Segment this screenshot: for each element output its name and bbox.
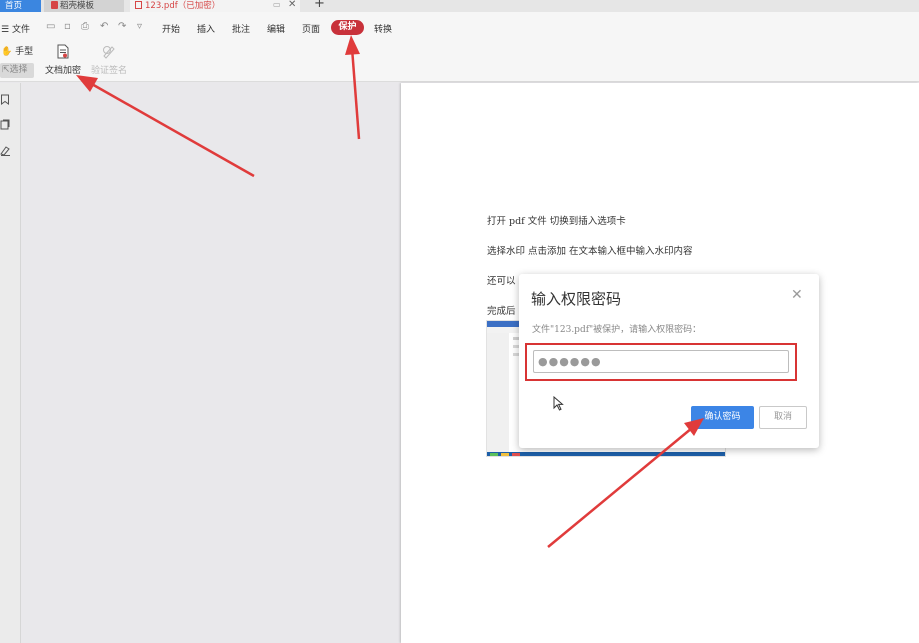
pin-tab-icon[interactable]: ▭ xyxy=(273,0,281,10)
cursor-arrow-icon: ⇱ xyxy=(2,65,10,75)
undo-icon[interactable]: ↶ xyxy=(100,21,108,33)
tab-document-label: 123.pdf（已加密） xyxy=(145,1,221,11)
menu-page[interactable]: 页面 xyxy=(302,22,320,35)
dialog-title: 输入权限密码 xyxy=(531,290,622,308)
close-icon[interactable]: ✕ xyxy=(791,288,803,302)
tab-home[interactable]: 首页 xyxy=(0,0,41,12)
menu-insert[interactable]: 插入 xyxy=(197,22,215,35)
protect-toolbar: ✋ 手型 ⇱选择 文档加密 验证签名 xyxy=(0,44,919,82)
verify-signature-button[interactable]: 验证签名 xyxy=(89,44,129,80)
encrypt-document-button[interactable]: 文档加密 xyxy=(44,44,82,80)
password-input[interactable]: ●●●●●● xyxy=(533,350,789,373)
page-text-line: 还可以 xyxy=(487,276,516,287)
cancel-button[interactable]: 取消 xyxy=(759,406,807,429)
signature-panel-icon[interactable] xyxy=(0,145,11,156)
customize-dropdown-icon[interactable]: ▿ xyxy=(137,21,142,33)
left-rail xyxy=(0,83,21,643)
permission-password-dialog: 输入权限密码 ✕ 文件"123.pdf"被保护，请输入权限密码： ●●●●●● … xyxy=(519,274,819,448)
hand-tool-label: 手型 xyxy=(15,47,34,57)
hand-icon: ✋ xyxy=(1,47,13,57)
verify-signature-label: 验证签名 xyxy=(90,66,127,76)
dialog-message: 文件"123.pdf"被保护，请输入权限密码： xyxy=(532,325,702,335)
document-lock-icon xyxy=(57,44,69,59)
page-text-line: 打开 pdf 文件 切换到插入选项卡 xyxy=(487,216,626,227)
signature-pen-icon xyxy=(103,46,115,59)
redo-icon[interactable]: ↷ xyxy=(118,21,126,33)
file-menu-label: 文件 xyxy=(11,25,30,35)
open-folder-icon[interactable]: ▭ xyxy=(46,21,55,33)
password-highlight-box: ●●●●●● xyxy=(525,343,797,381)
encrypt-document-label: 文档加密 xyxy=(44,66,81,76)
thumbnails-icon[interactable] xyxy=(0,119,10,130)
menu-bar: ☰ 文件 ▭ ▫ ⎙ ↶ ↷ ▿ 开始 插入 批注 编辑 页面 保护 转换 xyxy=(0,12,919,44)
close-tab-icon[interactable]: ✕ xyxy=(288,0,296,11)
tab-template-label: 稻壳模板 xyxy=(60,1,95,11)
confirm-password-button[interactable]: 确认密码 xyxy=(691,406,754,429)
select-tool-label: 选择 xyxy=(9,65,28,75)
menu-edit[interactable]: 编辑 xyxy=(267,22,285,35)
hamburger-icon: ☰ xyxy=(1,25,10,35)
bookmark-icon[interactable] xyxy=(0,94,10,105)
hand-tool-button[interactable]: ✋ 手型 xyxy=(1,44,33,57)
mouse-cursor-icon xyxy=(553,396,564,411)
new-tab-icon[interactable]: + xyxy=(314,0,325,11)
file-menu[interactable]: ☰ 文件 xyxy=(1,22,30,35)
page-text-line: 选择水印 点击添加 在文本输入框中输入水印内容 xyxy=(487,246,693,257)
menu-convert[interactable]: 转换 xyxy=(374,22,392,35)
select-tool-button[interactable]: ⇱选择 xyxy=(0,63,34,78)
tab-template[interactable]: 稻壳模板 xyxy=(44,0,124,12)
tab-home-label: 首页 xyxy=(5,1,23,11)
menu-comment[interactable]: 批注 xyxy=(232,22,250,35)
tab-bar: 首页 稻壳模板 123.pdf（已加密） ▭ ✕ + xyxy=(0,0,919,12)
menu-start[interactable]: 开始 xyxy=(162,22,180,35)
daoke-logo-icon xyxy=(51,1,58,9)
page-text-line: 完成后 xyxy=(487,306,516,317)
pdf-file-icon xyxy=(135,1,142,9)
menu-protect[interactable]: 保护 xyxy=(331,20,364,35)
print-icon[interactable]: ⎙ xyxy=(81,21,89,33)
save-icon[interactable]: ▫ xyxy=(64,21,71,33)
